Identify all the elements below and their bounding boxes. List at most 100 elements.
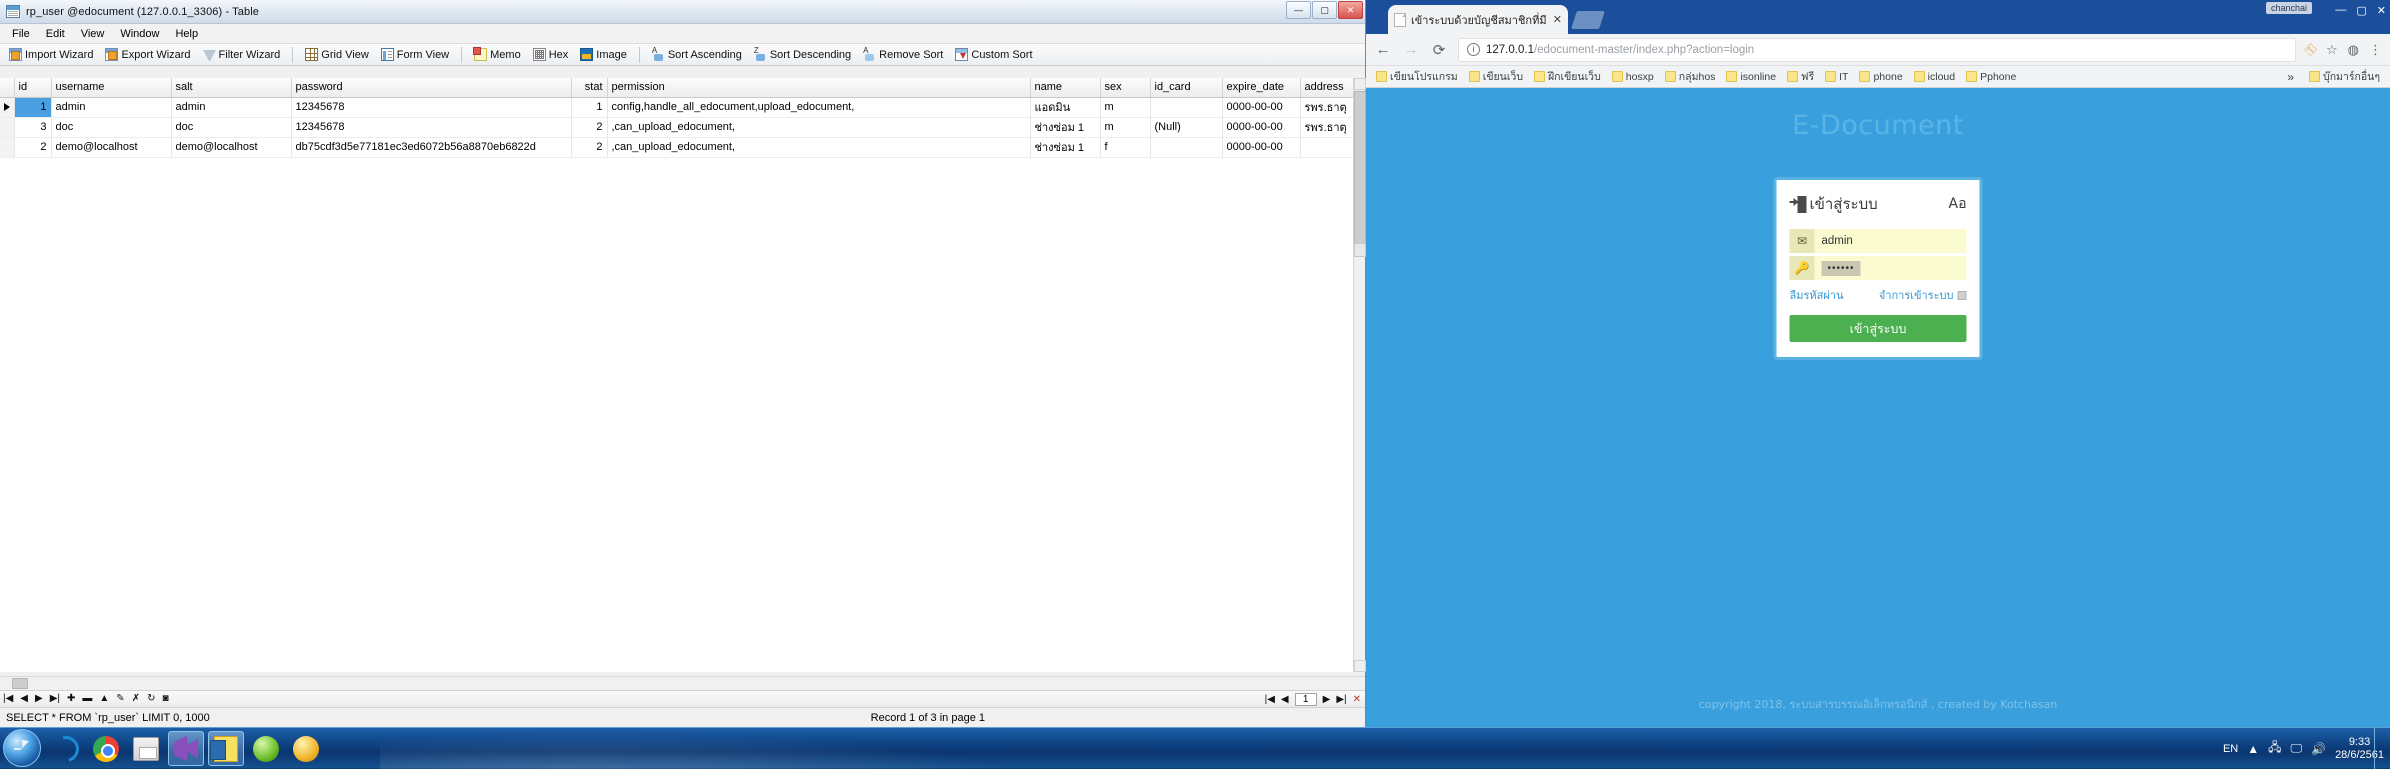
cancel-changes-button[interactable]: ✗ [132, 694, 140, 704]
cell-address[interactable]: รพร.ธาตุ [1300, 97, 1360, 117]
bookmark-item[interactable]: IT [1821, 70, 1852, 84]
column-header-password[interactable]: password [291, 78, 571, 97]
volume-icon[interactable]: 🔊 [2311, 742, 2326, 756]
maximize-button[interactable]: ▢ [2356, 4, 2366, 17]
bookmark-item[interactable]: Pphone [1962, 70, 2020, 84]
bookmark-item[interactable]: เขียนโปรแกรม [1372, 67, 1462, 86]
hex-button[interactable]: Hex [528, 47, 574, 62]
refresh-button[interactable]: ↻ [147, 694, 155, 704]
column-header-stat[interactable]: stat [571, 78, 607, 97]
cell-id-card[interactable] [1150, 137, 1222, 157]
cell-id[interactable]: 1 [14, 97, 51, 117]
cell-username[interactable]: admin [51, 97, 171, 117]
first-record-button[interactable]: |◀ [3, 694, 13, 704]
other-bookmarks-item[interactable]: บุ๊กมาร์กอื่นๆ [2305, 67, 2384, 86]
data-grid[interactable]: id username salt password stat permissio… [0, 78, 1365, 672]
profile-avatar-icon[interactable]: ◍ [2348, 42, 2359, 58]
apply-changes-button[interactable]: ▲ [99, 694, 109, 704]
language-indicator[interactable]: EN [2223, 743, 2238, 755]
cell-salt[interactable]: demo@localhost [171, 137, 291, 157]
cell-stat[interactable]: 1 [571, 97, 607, 117]
minimize-button[interactable]: — [1286, 1, 1311, 19]
scrollbar-thumb[interactable] [1354, 91, 1366, 251]
column-header-id-card[interactable]: id_card [1150, 78, 1222, 97]
vertical-scrollbar[interactable] [1353, 78, 1365, 672]
close-button[interactable]: ✕ [2377, 4, 2386, 17]
cell-permission[interactable]: ,can_upload_edocument, [607, 137, 1030, 157]
monitor-icon[interactable]: 🖵 [2291, 741, 2303, 756]
scroll-up-icon[interactable] [1354, 78, 1366, 90]
show-desktop-button[interactable] [2374, 728, 2384, 769]
cell-stat[interactable]: 2 [571, 137, 607, 157]
cell-sex[interactable]: m [1100, 117, 1150, 137]
taskbar-item-internet-explorer[interactable] [48, 731, 84, 766]
cell-password[interactable]: 12345678 [291, 117, 571, 137]
remember-me-checkbox[interactable] [1958, 291, 1967, 300]
export-wizard-button[interactable]: Export Wizard [100, 47, 195, 62]
bookmark-item[interactable]: isonline [1722, 70, 1780, 84]
cell-expire-date[interactable]: 0000-00-00 [1222, 117, 1300, 137]
taskbar-item-notes-app[interactable] [208, 731, 244, 766]
bookmark-item[interactable]: hosxp [1608, 70, 1658, 84]
cell-address[interactable] [1300, 137, 1360, 157]
cell-username[interactable]: doc [51, 117, 171, 137]
edit-record-button[interactable]: ✎ [116, 694, 124, 704]
split-handle[interactable] [1354, 243, 1366, 257]
cell-id[interactable]: 3 [14, 117, 51, 137]
table-row[interactable]: 2 demo@localhost demo@localhost db75cdf3… [0, 137, 1360, 157]
cell-address[interactable]: รพร.ธาตุ [1300, 117, 1360, 137]
browser-tab[interactable]: เข้าระบบด้วยบัญชีสมาชิกที่มี ✕ [1388, 5, 1568, 34]
sort-ascending-button[interactable]: Sort Ascending [647, 47, 747, 62]
column-header-permission[interactable]: permission [607, 78, 1030, 97]
minimize-button[interactable]: — [2335, 4, 2346, 17]
chrome-menu-icon[interactable]: ⋮ [2369, 42, 2382, 58]
horizontal-scrollbar[interactable] [0, 676, 1365, 690]
cell-sex[interactable]: f [1100, 137, 1150, 157]
cell-password[interactable]: 12345678 [291, 97, 571, 117]
memo-button[interactable]: Memo [469, 47, 526, 62]
add-record-button[interactable]: ✚ [67, 694, 75, 704]
cell-name[interactable]: ช่างซ่อม 1 [1030, 117, 1100, 137]
close-tab-icon[interactable]: ✕ [1553, 13, 1562, 26]
menu-help[interactable]: Help [167, 26, 206, 42]
custom-sort-button[interactable]: Custom Sort [950, 47, 1037, 62]
cell-password[interactable]: db75cdf3d5e77181ec3ed6072b56a8870eb6822d [291, 137, 571, 157]
menu-window[interactable]: Window [112, 26, 167, 42]
next-record-button[interactable]: ▶ [35, 694, 43, 704]
cell-id[interactable]: 2 [14, 137, 51, 157]
username-input[interactable]: admin [1815, 229, 1967, 253]
scroll-down-icon[interactable] [1354, 660, 1366, 672]
cell-id-card[interactable]: (Null) [1150, 117, 1222, 137]
cell-permission[interactable]: ,can_upload_edocument, [607, 117, 1030, 137]
cell-expire-date[interactable]: 0000-00-00 [1222, 137, 1300, 157]
import-wizard-button[interactable]: Import Wizard [4, 47, 98, 62]
table-row[interactable]: 3 doc doc 12345678 2 ,can_upload_edocume… [0, 117, 1360, 137]
address-bar[interactable]: i 127.0.0.1/edocument-master/index.php?a… [1458, 38, 2296, 62]
column-header-expire-date[interactable]: expire_date [1222, 78, 1300, 97]
page-first-button[interactable]: |◀ [1265, 695, 1275, 705]
last-record-button[interactable]: ▶| [50, 694, 60, 704]
column-header-address[interactable]: address [1300, 78, 1360, 97]
page-prev-button[interactable]: ◀ [1281, 695, 1289, 705]
cell-name[interactable]: ช่างซ่อม 1 [1030, 137, 1100, 157]
column-header-id[interactable]: id [14, 78, 51, 97]
form-view-button[interactable]: Form View [376, 47, 454, 62]
reload-icon[interactable]: ⟳ [1430, 41, 1448, 59]
info-icon[interactable]: i [1467, 43, 1480, 56]
cell-expire-date[interactable]: 0000-00-00 [1222, 97, 1300, 117]
cell-salt[interactable]: admin [171, 97, 291, 117]
prev-record-button[interactable]: ◀ [20, 694, 28, 704]
bookmarks-overflow-icon[interactable]: » [2279, 70, 2302, 84]
taskbar-item-green-app[interactable] [248, 731, 284, 766]
bookmark-item[interactable]: icloud [1910, 70, 1959, 84]
bookmark-item[interactable]: ฝึกเขียนเว็บ [1530, 67, 1605, 86]
show-hidden-icons-icon[interactable]: ▲ [2247, 742, 2259, 756]
remove-sort-button[interactable]: Remove Sort [858, 47, 948, 62]
page-next-button[interactable]: ▶ [1323, 695, 1331, 705]
delete-record-button[interactable]: ▬ [82, 694, 92, 704]
cell-salt[interactable]: doc [171, 117, 291, 137]
remember-me-group[interactable]: จำการเข้าระบบ [1879, 286, 1967, 304]
column-header-name[interactable]: name [1030, 78, 1100, 97]
back-icon[interactable]: ← [1374, 41, 1392, 58]
bookmark-star-icon[interactable]: ☆ [2326, 42, 2338, 58]
